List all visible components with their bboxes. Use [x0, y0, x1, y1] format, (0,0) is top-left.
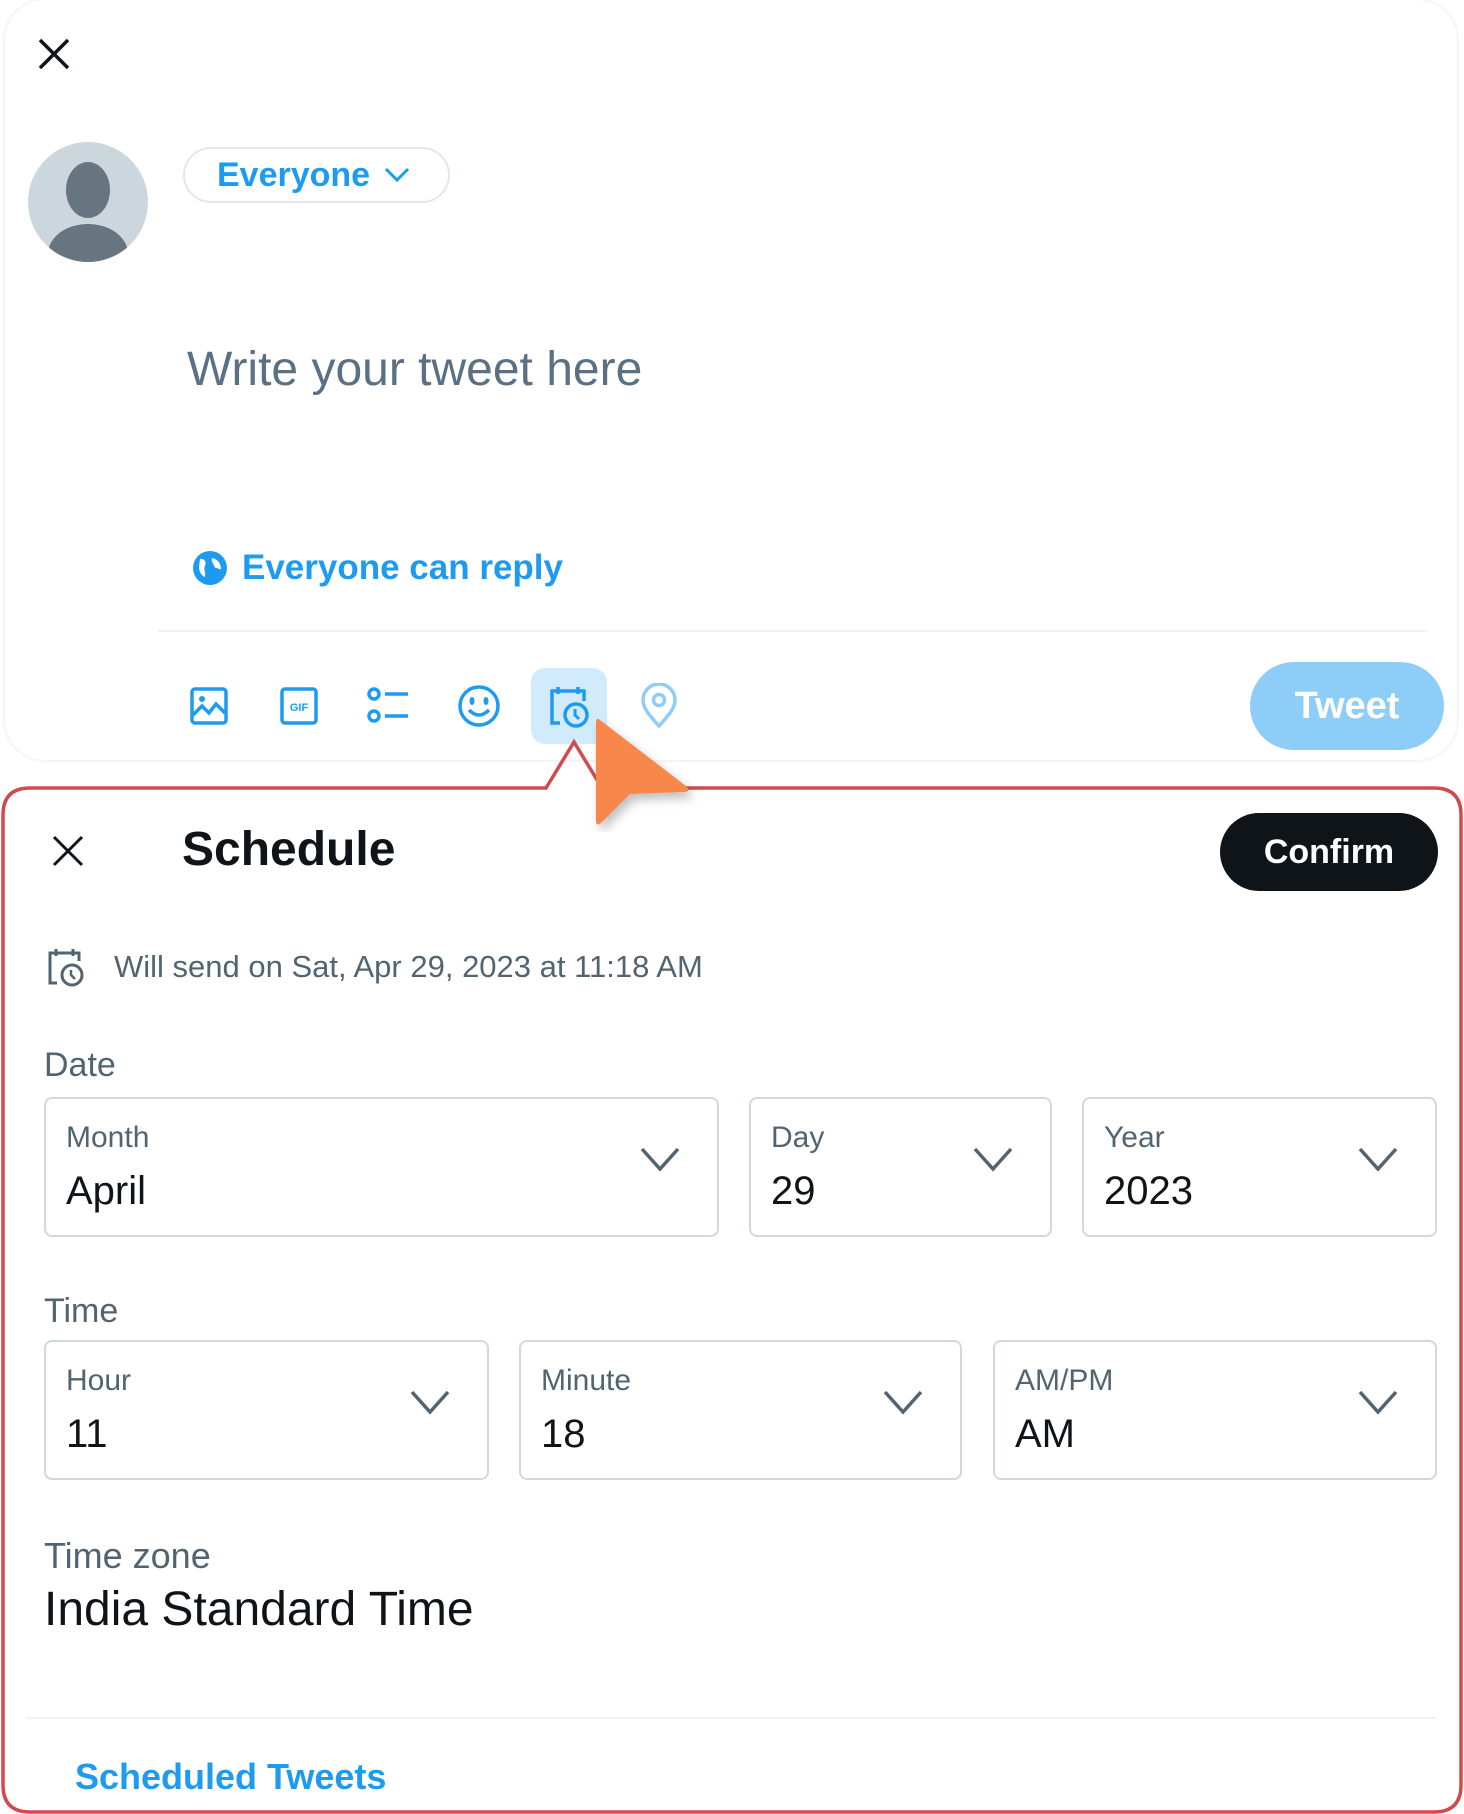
- emoji-icon: [458, 685, 500, 727]
- divider: [26, 1717, 1436, 1719]
- month-label: Month: [66, 1121, 150, 1154]
- gif-glyph: GIF: [290, 702, 309, 714]
- audience-selector[interactable]: Everyone: [183, 147, 451, 203]
- schedule-icon: [550, 687, 589, 728]
- chevron-down-icon: [973, 1147, 1013, 1172]
- tweet-text-input[interactable]: [185, 268, 1389, 470]
- time-section-label: Time: [44, 1292, 119, 1330]
- divider: [158, 630, 1428, 632]
- year-label: Year: [1104, 1121, 1165, 1154]
- reply-setting-label: Everyone can reply: [242, 548, 563, 587]
- timezone-label: Time zone: [44, 1535, 211, 1576]
- chevron-down-icon: [385, 167, 410, 183]
- chevron-down-icon: [883, 1390, 923, 1415]
- close-icon: [52, 835, 84, 867]
- hour-select[interactable]: Hour 11: [44, 1340, 489, 1480]
- minute-value: 18: [541, 1412, 586, 1456]
- close-schedule-button[interactable]: [50, 833, 86, 869]
- hour-label: Hour: [66, 1364, 132, 1397]
- scheduled-tweets-link[interactable]: Scheduled Tweets: [75, 1756, 386, 1798]
- chevron-down-icon: [1358, 1147, 1398, 1172]
- reply-setting-button[interactable]: Everyone can reply: [192, 548, 563, 588]
- schedule-icon: [48, 949, 84, 987]
- ampm-label: AM/PM: [1015, 1364, 1114, 1397]
- close-compose-button[interactable]: [36, 36, 72, 72]
- year-value: 2023: [1104, 1169, 1193, 1213]
- gif-icon: GIF: [280, 687, 318, 725]
- avatar[interactable]: [28, 142, 148, 262]
- timezone-value: India Standard Time: [44, 1583, 474, 1636]
- minute-label: Minute: [541, 1364, 632, 1397]
- ampm-select[interactable]: AM/PM AM: [993, 1340, 1437, 1480]
- schedule-title: Schedule: [182, 823, 396, 876]
- day-label: Day: [771, 1121, 825, 1154]
- add-poll-button[interactable]: [351, 668, 427, 744]
- will-send-text: Will send on Sat, Apr 29, 2023 at 11:18 …: [114, 949, 703, 984]
- add-emoji-button[interactable]: [441, 668, 517, 744]
- year-select[interactable]: Year 2023: [1082, 1097, 1437, 1237]
- date-section-label: Date: [44, 1046, 116, 1084]
- chevron-down-icon: [640, 1147, 680, 1172]
- pointer-cursor-icon: [596, 718, 689, 825]
- confirm-button[interactable]: Confirm: [1220, 813, 1438, 891]
- tweet-button[interactable]: Tweet: [1250, 662, 1444, 750]
- month-value: April: [66, 1169, 147, 1213]
- audience-label: Everyone: [217, 155, 371, 194]
- minute-select[interactable]: Minute 18: [519, 1340, 962, 1480]
- default-user-icon: [48, 162, 128, 262]
- add-media-button[interactable]: [171, 668, 247, 744]
- ampm-value: AM: [1015, 1412, 1075, 1456]
- month-select[interactable]: Month April: [44, 1097, 719, 1237]
- chevron-down-icon: [1358, 1390, 1398, 1415]
- will-send-summary: Will send on Sat, Apr 29, 2023 at 11:18 …: [46, 946, 703, 988]
- hour-value: 11: [66, 1412, 108, 1456]
- poll-icon: [367, 687, 408, 723]
- globe-icon: [193, 551, 227, 585]
- chevron-down-icon: [410, 1390, 450, 1415]
- day-value: 29: [771, 1169, 816, 1213]
- add-gif-button[interactable]: GIF: [261, 668, 337, 744]
- day-select[interactable]: Day 29: [749, 1097, 1052, 1237]
- image-icon: [190, 687, 228, 725]
- close-icon: [38, 38, 70, 70]
